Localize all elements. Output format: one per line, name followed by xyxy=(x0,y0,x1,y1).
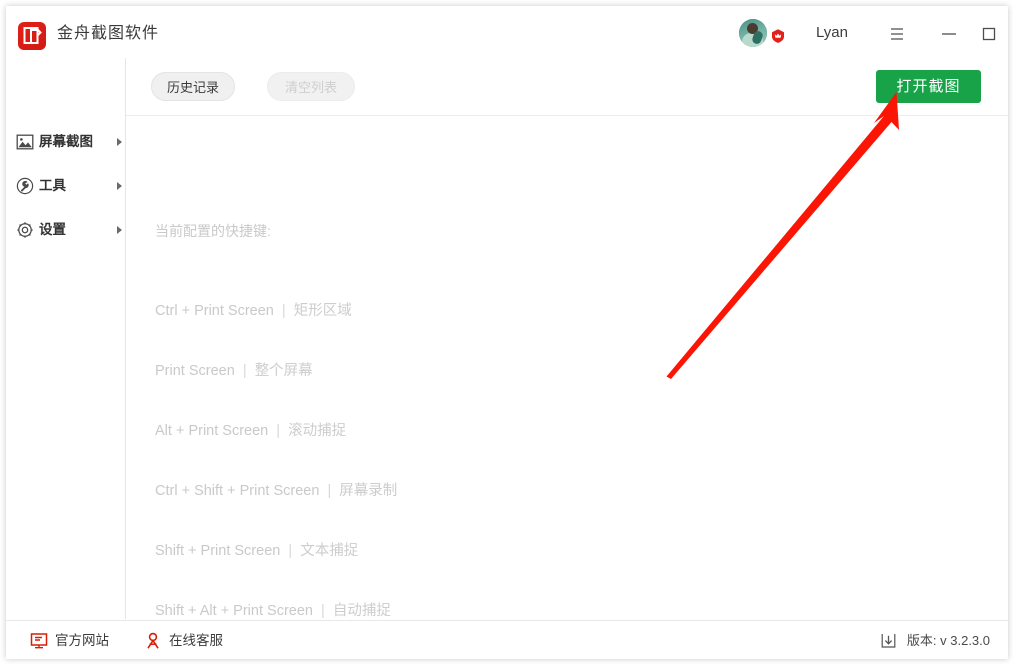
clear-list-button[interactable]: 清空列表 xyxy=(267,72,355,101)
hotkey-action: 自动捕捉 xyxy=(332,603,391,619)
sidebar-item-screenshot[interactable]: 屏幕截图 xyxy=(6,125,125,159)
hotkey-row: Ctrl + Print Screen | 矩形区域 xyxy=(155,301,397,321)
sidebar: 屏幕截图 工具 设置 xyxy=(6,58,126,619)
person-headset-icon xyxy=(144,632,162,650)
version-info[interactable]: 版本: v 3.2.3.0 xyxy=(881,632,990,650)
sidebar-item-tools[interactable]: 工具 xyxy=(6,169,125,203)
hotkey-keys: Ctrl + Shift + Print Screen xyxy=(155,483,320,499)
footer-bar: 官方网站 在线客服 版本: v 3.2.3.0 xyxy=(6,620,1008,659)
title-bar: 金舟截图软件 Lyan xyxy=(6,6,1008,59)
open-capture-button[interactable]: 打开截图 xyxy=(876,70,981,103)
wrench-icon xyxy=(16,177,34,195)
hotkey-separator: | xyxy=(273,303,294,319)
chevron-right-icon xyxy=(117,182,122,190)
hotkey-row: Ctrl + Shift + Print Screen | 屏幕录制 xyxy=(155,481,397,501)
app-root: 金舟截图软件 Lyan 屏幕截图 工具 设置 历史记录 清空列表 打开截图 当前… xyxy=(0,0,1014,665)
hotkeys-title: 当前配置的快捷键: xyxy=(155,223,271,239)
gear-icon xyxy=(16,221,34,239)
hotkey-action: 滚动捕捉 xyxy=(288,423,347,439)
application-window: 金舟截图软件 Lyan 屏幕截图 工具 设置 历史记录 清空列表 打开截图 当前… xyxy=(6,6,1008,659)
hotkey-row: Print Screen | 整个屏幕 xyxy=(155,361,397,381)
hotkey-row: Shift + Print Screen | 文本捕捉 xyxy=(155,541,397,561)
download-icon xyxy=(880,632,897,649)
sidebar-item-label: 设置 xyxy=(39,222,66,237)
hotkey-action: 屏幕录制 xyxy=(339,483,398,499)
hotkey-row: Alt + Print Screen | 滚动捕捉 xyxy=(155,421,397,441)
hotkey-action: 矩形区域 xyxy=(293,303,352,319)
hotkeys-list: Ctrl + Print Screen | 矩形区域 Print Screen … xyxy=(155,261,397,659)
maximize-icon[interactable] xyxy=(978,26,1000,42)
sidebar-item-settings[interactable]: 设置 xyxy=(6,213,125,247)
hamburger-menu-icon[interactable] xyxy=(886,26,908,42)
hotkey-separator: | xyxy=(319,483,340,499)
image-capture-icon xyxy=(16,133,34,151)
hotkey-separator: | xyxy=(234,363,255,379)
hotkeys-panel: 当前配置的快捷键: Ctrl + Print Screen | 矩形区域 Pri… xyxy=(126,116,1008,619)
vip-crown-badge-icon[interactable] xyxy=(770,28,786,44)
hotkey-keys: Ctrl + Print Screen xyxy=(155,303,274,319)
sidebar-item-label: 工具 xyxy=(39,178,66,193)
username-label: Lyan xyxy=(816,24,848,41)
minimize-icon[interactable] xyxy=(938,26,960,42)
hotkey-keys: Alt + Print Screen xyxy=(155,423,269,439)
hotkey-keys: Print Screen xyxy=(155,363,235,379)
official-website-label: 官方网站 xyxy=(55,633,109,648)
user-avatar[interactable] xyxy=(739,19,767,47)
hotkey-separator: | xyxy=(280,543,301,559)
monitor-icon xyxy=(30,632,48,650)
chevron-right-icon xyxy=(117,138,122,146)
app-title: 金舟截图软件 xyxy=(57,25,160,42)
hotkey-separator: | xyxy=(268,423,289,439)
content-toolbar: 历史记录 清空列表 打开截图 xyxy=(126,58,1008,116)
chevron-right-icon xyxy=(117,226,122,234)
content-area: 历史记录 清空列表 打开截图 当前配置的快捷键: Ctrl + Print Sc… xyxy=(126,58,1008,619)
hotkey-separator: | xyxy=(312,603,333,619)
app-logo-icon xyxy=(18,22,46,50)
hotkey-keys: Shift + Print Screen xyxy=(155,543,281,559)
hotkey-action: 整个屏幕 xyxy=(254,363,313,379)
hotkey-action: 文本捕捉 xyxy=(300,543,359,559)
hotkey-row: Shift + Alt + Print Screen | 自动捕捉 xyxy=(155,601,397,621)
sidebar-item-label: 屏幕截图 xyxy=(39,134,93,149)
history-tab-button[interactable]: 历史记录 xyxy=(151,72,235,101)
online-support-label: 在线客服 xyxy=(169,633,223,648)
hotkey-keys: Shift + Alt + Print Screen xyxy=(155,603,313,619)
version-label: 版本: v 3.2.3.0 xyxy=(906,633,990,648)
